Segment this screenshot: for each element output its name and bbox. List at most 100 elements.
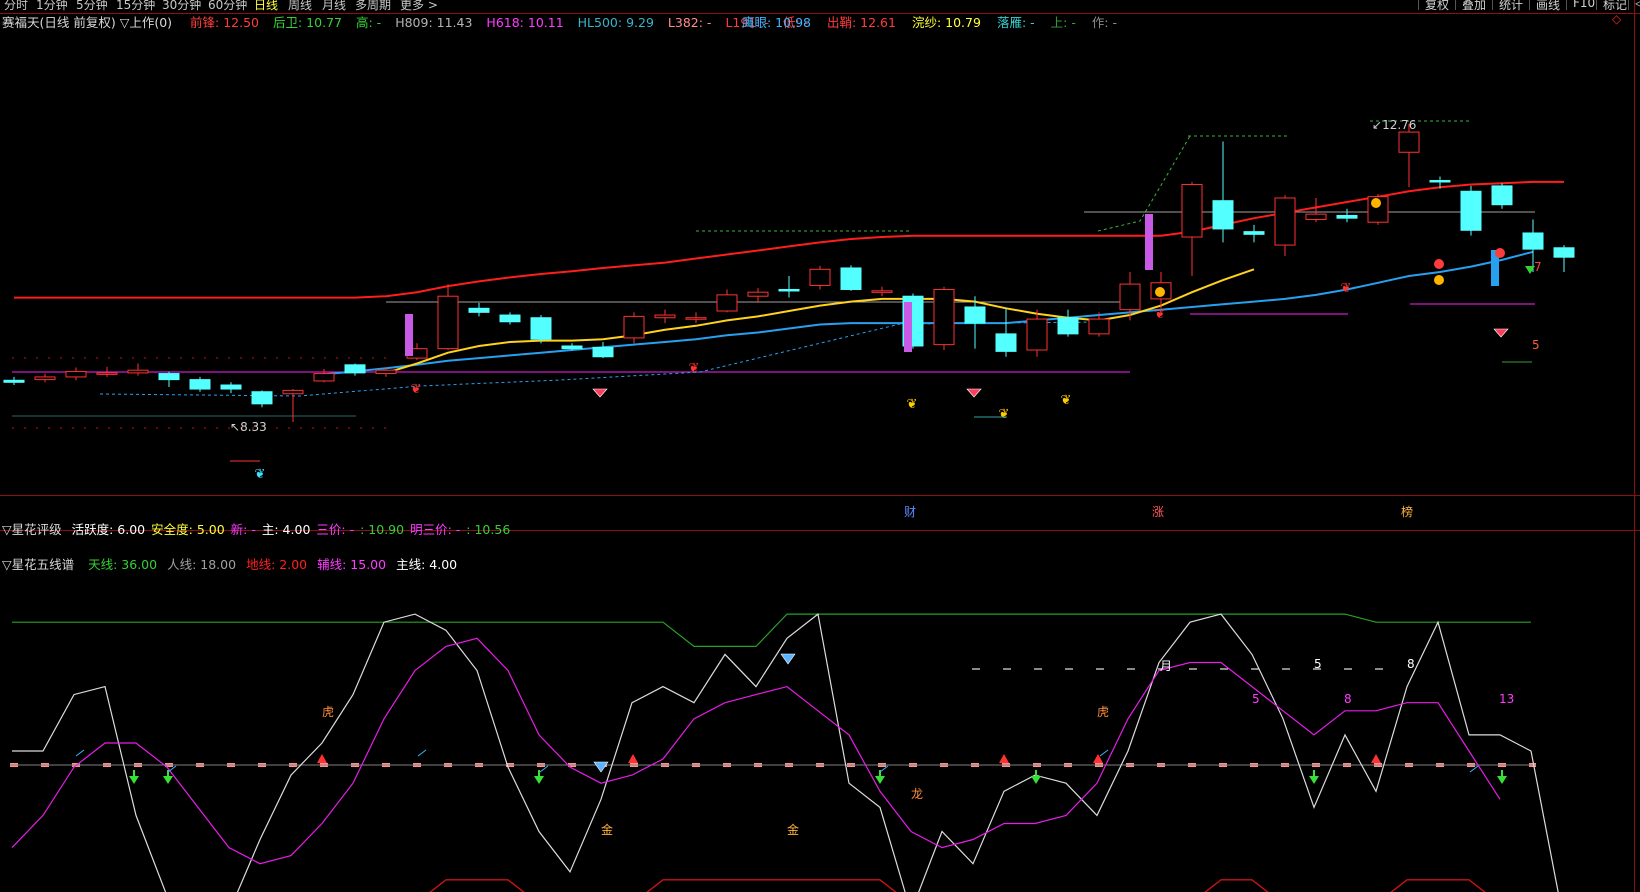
candle-body-40 [1243, 231, 1265, 235]
staff-annot-dragon: 龙 [911, 787, 924, 801]
candle-body-28 [871, 290, 893, 293]
candle-body-24 [747, 291, 769, 297]
candle-body-30 [933, 288, 955, 346]
candle-body-1 [34, 376, 56, 381]
candle-body-23 [716, 294, 738, 312]
candle-body-27 [840, 267, 862, 290]
candle-body-15 [468, 307, 490, 313]
coin-icon-1 [1371, 198, 1381, 208]
candle-body-31 [964, 306, 986, 324]
candle-body-18 [561, 345, 583, 350]
candle-body-2 [65, 371, 87, 378]
staff-annot-num-8: 8 [1407, 657, 1415, 671]
staff-tick-arrow-2 [1099, 749, 1109, 757]
candle-body-48 [1491, 185, 1513, 206]
candle-body-21 [654, 314, 676, 319]
candle-body-25 [778, 288, 800, 292]
gem-icon-1 [966, 388, 982, 398]
candle-body-41 [1274, 197, 1296, 246]
low-price-value: 8.33 [240, 420, 267, 434]
low-price-label: ↖8.33 [230, 420, 267, 434]
volume-flag-bar-1 [904, 302, 912, 352]
candle-body-34 [1057, 317, 1079, 335]
butterfly-icon-0: ❦ [411, 382, 422, 397]
coin-icon-0 [1155, 287, 1165, 297]
staff-annot-moon: 月 [1160, 659, 1173, 673]
candle-body-11 [344, 364, 366, 374]
butterfly-icon-5: ❦ [1155, 307, 1166, 322]
candle-body-50 [1553, 247, 1575, 258]
candle-body-46 [1429, 180, 1451, 183]
gem-icon-0 [592, 388, 608, 398]
candle-body-47 [1460, 190, 1482, 231]
candle-body-45 [1398, 131, 1420, 153]
butterfly-icon-2: ❦ [907, 397, 918, 412]
red-dot-icon-1 [1495, 248, 1505, 258]
staff-annot-num-5: 5 [1314, 657, 1322, 671]
candle-body-43 [1336, 214, 1358, 219]
candle-body-17 [530, 317, 552, 340]
candlestick-chart[interactable]: ❦ ❦ ❦ ❦ ❦ ❦ ❦ ❦ [0, 0, 1640, 892]
butterfly-icon-4: ❦ [1061, 393, 1072, 408]
high-price-label: ↙12.76 [1372, 118, 1417, 132]
candle-body-4 [127, 369, 149, 374]
candle-body-6 [189, 379, 211, 390]
staff-down-arrow-1 [163, 776, 173, 784]
candle-body-12 [375, 369, 397, 375]
staff-annot-pink-13: 13 [1499, 692, 1515, 706]
candle-body-7 [220, 384, 242, 390]
butterfly-icon-3: ❦ [999, 407, 1010, 422]
candle-body-35 [1088, 318, 1110, 335]
candle-body-42 [1305, 213, 1327, 221]
candle-body-22 [685, 317, 707, 320]
candle-body-36 [1119, 283, 1141, 311]
staff-up-arrow-1 [628, 754, 638, 763]
staff-up-arrow-0 [317, 754, 327, 763]
staff-gem-icon-1 [780, 653, 796, 665]
candle-body-39 [1212, 200, 1234, 230]
marker-cai: 财 [904, 505, 917, 519]
candle-body-10 [313, 373, 335, 382]
candle-body-33 [1026, 318, 1048, 351]
staff-up-arrow-2 [999, 754, 1009, 763]
candle-body-0 [3, 379, 25, 383]
volume-flag-bar-2 [1145, 214, 1153, 270]
butterfly-icon-7: ❦ [255, 467, 266, 482]
staff-line-2 [11, 637, 1501, 865]
candle-body-14 [437, 295, 459, 350]
staff-line-0 [12, 613, 1531, 648]
butterfly-icon-1: ❦ [689, 361, 700, 376]
staff-down-arrow-6 [1497, 776, 1507, 784]
candle-body-49 [1522, 232, 1544, 250]
candle-body-9 [282, 389, 304, 395]
staff-down-arrow-0 [129, 776, 139, 784]
candle-body-19 [592, 346, 614, 358]
candle-body-26 [809, 268, 831, 286]
ma-line-1 [323, 250, 1534, 376]
candle-body-32 [995, 333, 1017, 352]
butterfly-icon-6: ❦ [1341, 281, 1352, 296]
staff-annot-pink-5: 5 [1252, 692, 1260, 706]
staff-tick-arrow-0 [75, 749, 85, 757]
staff-tick-arrow-1 [417, 749, 427, 757]
staff-down-arrow-3 [875, 776, 885, 784]
gem-icon-2 [1493, 328, 1509, 338]
staff-annot-gold-1: 金 [601, 823, 614, 837]
candle-body-8 [251, 391, 273, 405]
staff-down-arrow-5 [1309, 776, 1319, 784]
coin-icon-2 [1434, 275, 1444, 285]
staff-down-arrow-2 [534, 776, 544, 784]
candle-body-5 [158, 373, 180, 381]
candle-body-20 [623, 315, 645, 339]
high-price-value: 12.76 [1382, 118, 1417, 132]
rise-line-green [1097, 135, 1191, 232]
staff-annot-tiger-2: 虎 [1097, 705, 1110, 719]
staff-annot-pink-8: 8 [1344, 692, 1352, 706]
marker-zhang: 涨 [1152, 505, 1165, 519]
marker-bang: 榜 [1401, 505, 1414, 519]
volume-flag-bar-0 [405, 314, 413, 356]
candle-body-3 [96, 372, 118, 375]
red-dot-icon-0 [1434, 259, 1444, 269]
staff-up-arrow-4 [1371, 754, 1381, 763]
right-count-label-2: 7 [1534, 260, 1542, 274]
